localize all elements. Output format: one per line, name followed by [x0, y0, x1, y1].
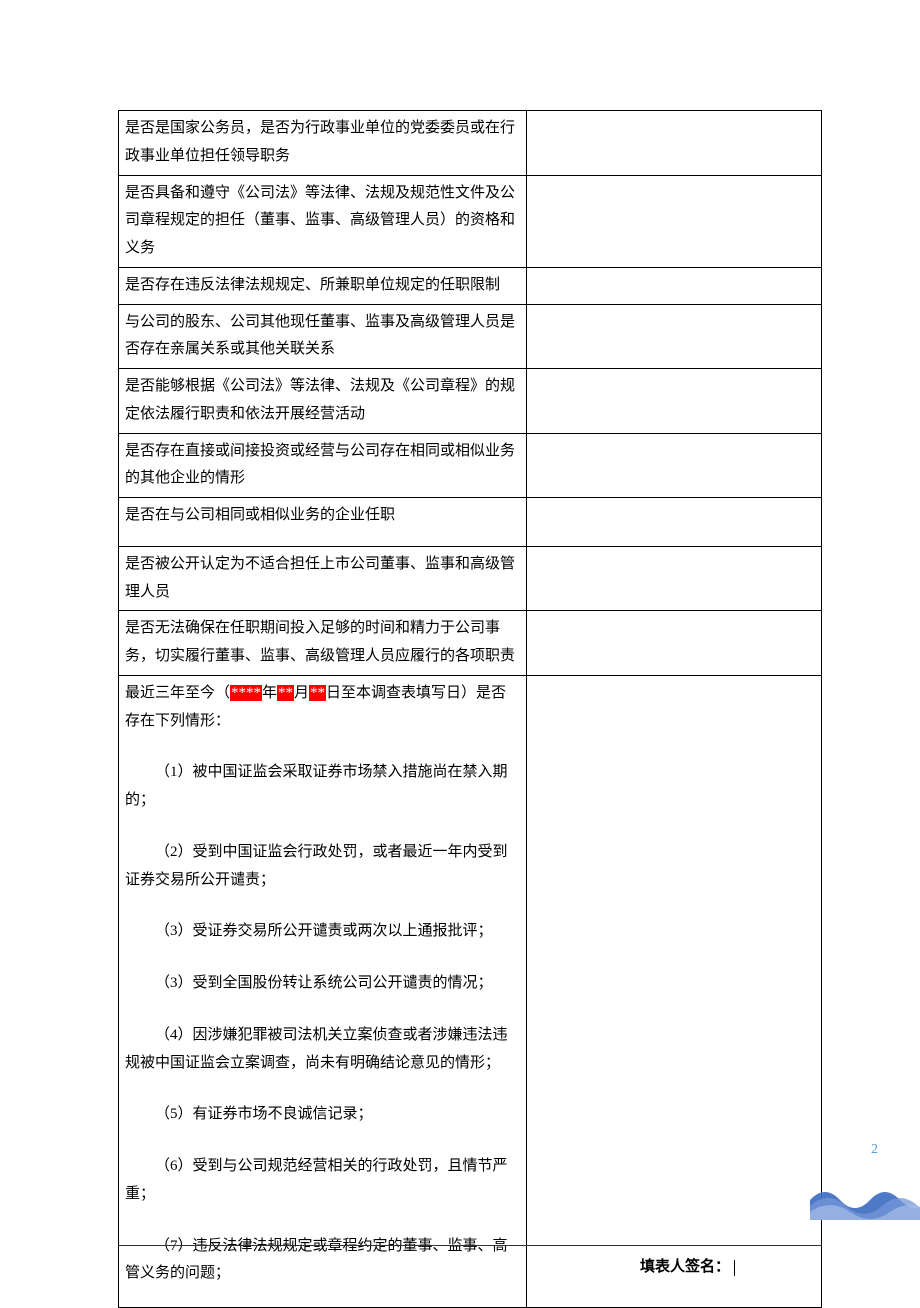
- footer-label-text: 填表人签名：: [640, 1259, 730, 1275]
- list-item: （7）违反法律法规规定或章程约定的董事、监事、高管义务的问题；: [125, 1233, 520, 1289]
- answer-cell: [526, 369, 821, 434]
- lead-text: 年: [262, 685, 277, 701]
- list-item: （4）因涉嫌犯罪被司法机关立案侦查或者涉嫌违法违规被中国证监会立案调查，尚未有明…: [125, 1022, 520, 1078]
- answer-cell: [526, 498, 821, 547]
- list-item: （3）受到全国股份转让系统公司公开谴责的情况；: [125, 970, 520, 998]
- list-item: （3）受证券交易所公开谴责或两次以上通报批评；: [125, 918, 520, 946]
- answer-cell: [526, 267, 821, 304]
- list-item: （6）受到与公司规范经营相关的行政处罚，且情节严重；: [125, 1153, 520, 1209]
- list-item: （5）有证券市场不良诚信记录；: [125, 1101, 520, 1129]
- questionnaire-table: 是否是国家公务员，是否为行政事业单位的党委委员或在行政事业单位担任领导职务 是否…: [118, 110, 822, 1308]
- sub-items: （1）被中国证监会采取证券市场禁入措施尚在禁入期的； （2）受到中国证监会行政处…: [125, 759, 520, 1288]
- table-row: 是否存在直接或间接投资或经营与公司存在相同或相似业务的其他企业的情形: [119, 433, 822, 498]
- lead-text: 最近三年至今（: [125, 685, 230, 701]
- answer-cell: [526, 111, 821, 176]
- table-row: 是否是国家公务员，是否为行政事业单位的党委委员或在行政事业单位担任领导职务: [119, 111, 822, 176]
- answer-cell: [526, 175, 821, 267]
- question-cell: 最近三年至今（****年**月**日至本调查表填写日）是否存在下列情形： （1）…: [119, 675, 527, 1307]
- table-row: 是否在与公司相同或相似业务的企业任职: [119, 498, 822, 547]
- answer-cell: [526, 546, 821, 611]
- text-cursor-icon: [734, 1260, 735, 1276]
- table-row: 与公司的股东、公司其他现任董事、监事及高级管理人员是否存在亲属关系或其他关联关系: [119, 304, 822, 369]
- table-row: 是否存在违反法律法规规定、所兼职单位规定的任职限制: [119, 267, 822, 304]
- question-cell: 是否无法确保在任职期间投入足够的时间和精力于公司事务，切实履行董事、监事、高级管…: [119, 611, 527, 676]
- answer-cell: [526, 675, 821, 1307]
- table-row: 是否无法确保在任职期间投入足够的时间和精力于公司事务，切实履行董事、监事、高级管…: [119, 611, 822, 676]
- wave-decoration-icon: [810, 1178, 920, 1220]
- table-row: 是否具备和遵守《公司法》等法律、法规及规范性文件及公司章程规定的担任（董事、监事…: [119, 175, 822, 267]
- answer-cell: [526, 304, 821, 369]
- answer-cell: [526, 611, 821, 676]
- question-cell: 是否在与公司相同或相似业务的企业任职: [119, 498, 527, 547]
- question-cell: 是否能够根据《公司法》等法律、法规及《公司章程》的规定依法履行职责和依法开展经营…: [119, 369, 527, 434]
- question-cell: 是否存在违反法律法规规定、所兼职单位规定的任职限制: [119, 267, 527, 304]
- table-row: 是否能够根据《公司法》等法律、法规及《公司章程》的规定依法履行职责和依法开展经营…: [119, 369, 822, 434]
- question-lead: 最近三年至今（****年**月**日至本调查表填写日）是否存在下列情形：: [125, 680, 520, 736]
- table-row: 是否被公开认定为不适合担任上市公司董事、监事和高级管理人员: [119, 546, 822, 611]
- question-cell: 与公司的股东、公司其他现任董事、监事及高级管理人员是否存在亲属关系或其他关联关系: [119, 304, 527, 369]
- question-cell: 是否是国家公务员，是否为行政事业单位的党委委员或在行政事业单位担任领导职务: [119, 111, 527, 176]
- lead-text: 月: [294, 685, 309, 701]
- page-number: 2: [871, 1142, 878, 1158]
- table-row: 最近三年至今（****年**月**日至本调查表填写日）是否存在下列情形： （1）…: [119, 675, 822, 1307]
- highlight-month: **: [277, 685, 294, 701]
- list-item: （2）受到中国证监会行政处罚，或者最近一年内受到证券交易所公开谴责；: [125, 839, 520, 895]
- question-cell: 是否具备和遵守《公司法》等法律、法规及规范性文件及公司章程规定的担任（董事、监事…: [119, 175, 527, 267]
- footer-rule: [118, 1245, 822, 1246]
- highlight-day: **: [309, 685, 326, 701]
- list-item: （1）被中国证监会采取证券市场禁入措施尚在禁入期的；: [125, 759, 520, 815]
- answer-cell: [526, 433, 821, 498]
- question-cell: 是否存在直接或间接投资或经营与公司存在相同或相似业务的其他企业的情形: [119, 433, 527, 498]
- footer-signature-label: 填表人签名：: [640, 1255, 735, 1276]
- question-cell: 是否被公开认定为不适合担任上市公司董事、监事和高级管理人员: [119, 546, 527, 611]
- highlight-year: ****: [230, 685, 262, 701]
